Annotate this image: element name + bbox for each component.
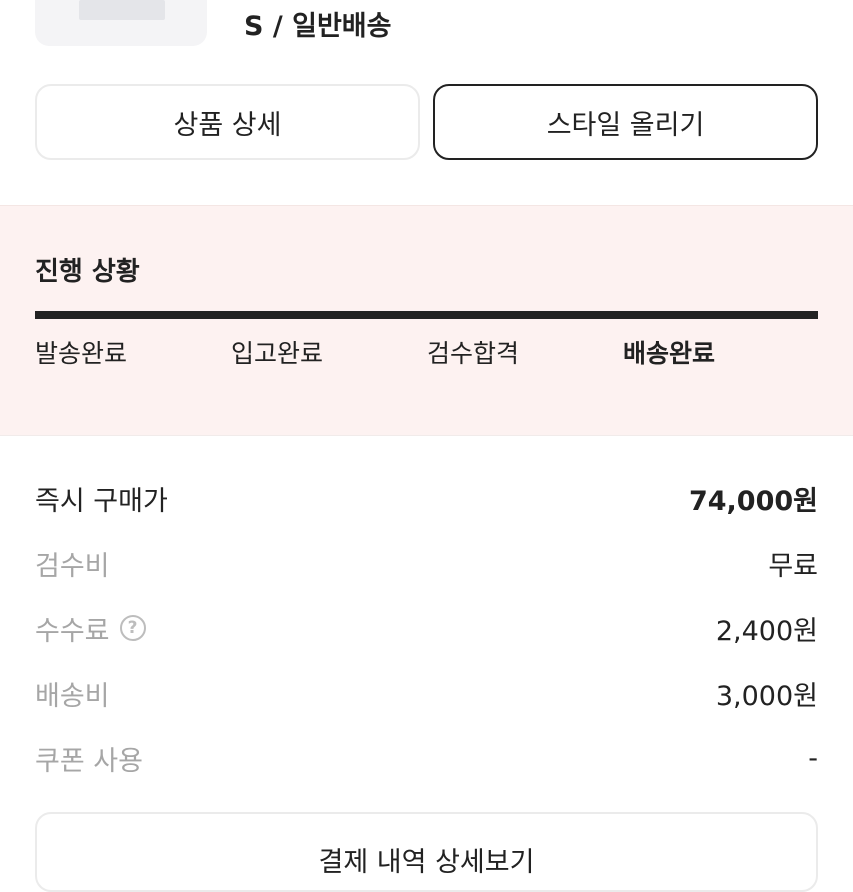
product-image <box>79 0 165 20</box>
price-row-inspection-fee: 검수비 무료 <box>35 543 818 583</box>
price-value: 무료 <box>768 550 818 582</box>
price-value: 74,000원 <box>688 485 818 517</box>
price-label: 검수비 <box>35 550 110 582</box>
price-row-coupon: 쿠폰 사용 - <box>35 738 818 778</box>
help-circle-icon[interactable]: ? <box>119 615 146 641</box>
progress-section: 진행 상황 발송완료 입고완료 검수합격 배송완료 <box>0 205 853 436</box>
price-label: 배송비 <box>35 680 110 712</box>
product-option: S / 일반배송 <box>244 11 392 42</box>
progress-title: 진행 상황 <box>35 257 140 287</box>
price-value: - <box>808 742 818 774</box>
price-label: 쿠폰 사용 <box>35 745 143 777</box>
step-shipped: 발송완료 <box>35 339 128 368</box>
price-value: 3,000원 <box>715 680 818 712</box>
price-row-shipping-fee: 배송비 3,000원 <box>35 673 818 713</box>
price-label: 즉시 구매가 <box>35 485 168 517</box>
payment-detail-label: 결제 내역 상세보기 <box>318 847 535 878</box>
price-value: 2,400원 <box>715 615 818 647</box>
payment-detail-button[interactable]: 결제 내역 상세보기 <box>35 812 818 892</box>
step-delivered: 배송완료 <box>623 339 716 368</box>
post-style-button[interactable]: 스타일 올리기 <box>433 84 818 160</box>
progress-bar <box>35 311 818 319</box>
price-label: 수수료 <box>35 615 110 647</box>
price-row-buy-now: 즉시 구매가 74,000원 <box>35 478 818 518</box>
product-thumbnail[interactable] <box>35 0 207 46</box>
product-detail-button[interactable]: 상품 상세 <box>35 84 420 160</box>
price-row-commission: 수수료 ? 2,400원 <box>35 608 818 648</box>
price-label-wrap: 수수료 ? <box>35 609 146 648</box>
step-warehoused: 입고완료 <box>231 339 324 368</box>
step-inspection-passed: 검수합격 <box>427 339 520 368</box>
